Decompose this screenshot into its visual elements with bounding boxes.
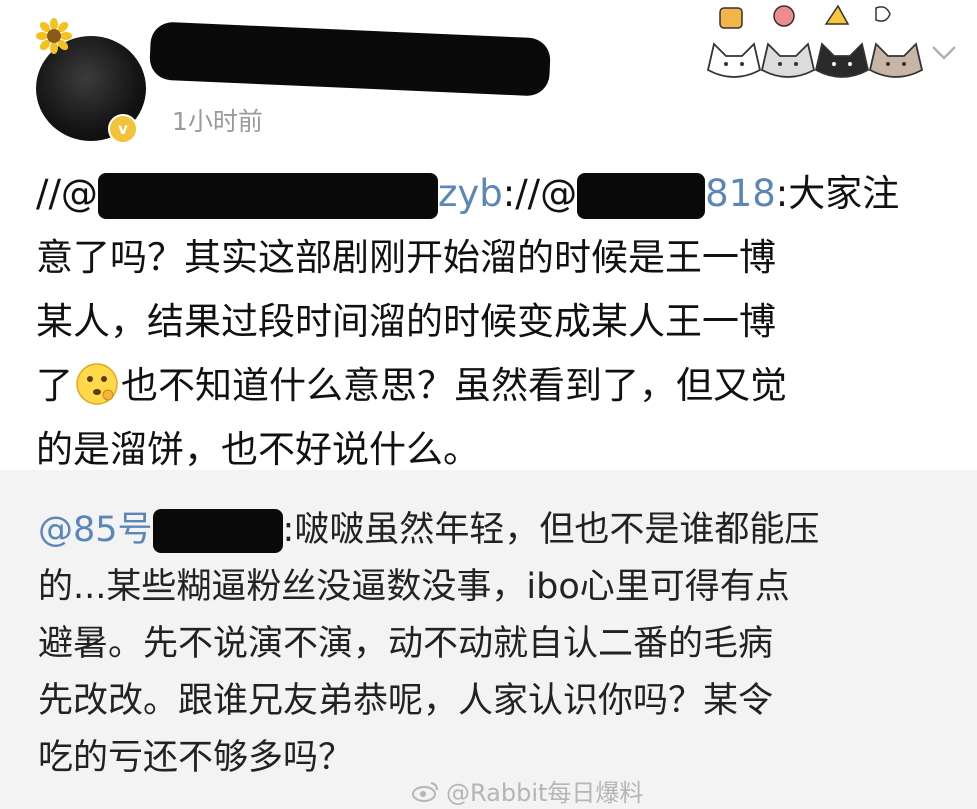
post-line-3: 某人，结果过段时间溜的时候变成某人王一博 [36, 300, 776, 343]
quote-line-4: 先改改。跟谁兄友弟恭呢，人家认识你吗？某令 [38, 681, 774, 721]
redacted-mention-2 [577, 172, 706, 219]
chevron-down-icon[interactable] [930, 42, 958, 64]
quoted-comment[interactable]: @85号 :啵啵虽然年轻，但也不是谁都能压 的...某些糊逼粉丝没逼数没事，ibo… [0, 470, 977, 809]
post-card: v 1小时前 //@ zyb://@ 818:大家注 意了吗？其实这部剧刚开始溜的时… [0, 0, 977, 471]
redacted-quote-user [152, 509, 283, 553]
post-line-1-text: :大家注 [775, 172, 900, 215]
post-line-1: //@ zyb://@ 818:大家注 [36, 162, 956, 226]
post-timestamp: 1小时前 [172, 107, 263, 136]
post-line-2: 意了吗？其实这部剧刚开始溜的时候是王一博 [36, 236, 776, 279]
redacted-username [148, 21, 552, 97]
post-line-4: 了 也不知道什么意思？虽然看到了，但又觉 [36, 354, 956, 418]
repost-marker: //@ [36, 172, 98, 215]
weibo-logo-icon [412, 781, 438, 802]
post-line-4-start: 了 [36, 364, 73, 407]
quoted-text: @85号 :啵啵虽然年轻，但也不是谁都能压 的...某些糊逼粉丝没逼数没事，ibo… [38, 502, 958, 787]
thinking-face-icon [76, 363, 118, 405]
watermark-text: @Rabbit每日爆料 [446, 779, 644, 807]
sunflower-icon [36, 18, 72, 54]
quote-line-1: @85号 :啵啵虽然年轻，但也不是谁都能压 [38, 502, 958, 559]
quote-line-2: 的...某些糊逼粉丝没逼数没事，ibo心里可得有点 [38, 567, 790, 607]
repost-separator: ://@ [502, 172, 578, 215]
watermark: @Rabbit每日爆料 [412, 773, 643, 808]
mention-tail-2[interactable]: 818 [705, 172, 776, 215]
mention-tail-1[interactable]: zyb [438, 172, 503, 215]
post-line-4-end: 也不知道什么意思？虽然看到了，但又觉 [121, 364, 787, 407]
redacted-mention-1 [97, 172, 438, 219]
quote-line-3: 避暑。先不说演不演，动不动就自认二番的毛病 [38, 624, 774, 664]
quote-mention[interactable]: @85号 [38, 510, 153, 550]
quote-line-1-text: :啵啵虽然年轻，但也不是谁都能压 [282, 510, 820, 550]
verified-badge-icon: v [108, 114, 138, 144]
post-text: //@ zyb://@ 818:大家注 意了吗？其实这部剧刚开始溜的时候是王一博 某… [36, 162, 956, 482]
